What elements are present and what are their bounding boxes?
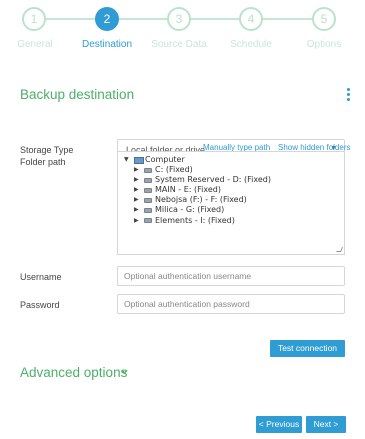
- chevron-down-icon[interactable]: [121, 368, 128, 375]
- test-connection-button[interactable]: Test connection: [270, 340, 345, 357]
- wizard-stepper: 1 2 3 4 5 General Destination Source Dat…: [0, 0, 365, 60]
- step-3-circle[interactable]: 3: [167, 7, 191, 31]
- drive-icon: [144, 167, 152, 173]
- caret-down-icon[interactable]: ▼: [124, 155, 132, 165]
- caret-right-icon[interactable]: ▶: [134, 216, 142, 226]
- tree-node-label: C: (Fixed): [155, 165, 193, 175]
- tree-root-computer[interactable]: ▼ Computer: [124, 155, 271, 165]
- folder-tree[interactable]: ▼ Computer ▶ C: (Fixed) ▶ System Reserve…: [117, 151, 345, 255]
- drive-icon: [144, 218, 152, 224]
- step-4-label[interactable]: Schedule: [211, 39, 291, 50]
- tree-node-label: Milica - G: (Fixed): [155, 205, 225, 215]
- computer-icon: [134, 156, 144, 164]
- drive-icon: [144, 177, 152, 183]
- caret-right-icon[interactable]: ▶: [134, 205, 142, 215]
- step-4-circle[interactable]: 4: [239, 7, 263, 31]
- caret-right-icon[interactable]: ▶: [134, 195, 142, 205]
- more-options-icon[interactable]: [345, 88, 351, 102]
- step-2-label[interactable]: Destination: [67, 39, 147, 50]
- password-label: Password: [20, 300, 60, 310]
- section-title-advanced-options[interactable]: Advanced options: [20, 365, 127, 380]
- folder-path-label: Folder path: [20, 157, 66, 167]
- tree-node-drive[interactable]: ▶ C: (Fixed): [124, 165, 271, 175]
- step-connector: [190, 18, 239, 20]
- step-1-label[interactable]: General: [0, 39, 75, 50]
- tree-node-drive[interactable]: ▶ MAIN - E: (Fixed): [124, 185, 271, 195]
- drive-icon: [144, 187, 152, 193]
- caret-right-icon[interactable]: ▶: [134, 165, 142, 175]
- tree-node-label: Computer: [145, 155, 185, 164]
- password-input[interactable]: [117, 294, 345, 314]
- folder-tree-list: ▼ Computer ▶ C: (Fixed) ▶ System Reserve…: [124, 155, 271, 226]
- tree-node-label: Nebojsa (F:) - F: (Fixed): [155, 195, 247, 205]
- next-button[interactable]: Next >: [306, 416, 346, 433]
- tree-node-drive[interactable]: ▶ Nebojsa (F:) - F: (Fixed): [124, 195, 271, 205]
- tree-node-label: System Reserved - D: (Fixed): [155, 175, 271, 185]
- storage-type-label: Storage Type: [20, 145, 74, 155]
- username-input[interactable]: [117, 266, 345, 286]
- tree-node-label: MAIN - E: (Fixed): [155, 185, 221, 195]
- step-connector: [118, 18, 167, 20]
- tree-node-label: Elements - I: (Fixed): [155, 215, 235, 225]
- step-connector: [262, 18, 312, 20]
- drive-icon: [144, 197, 152, 203]
- caret-right-icon[interactable]: ▶: [134, 185, 142, 195]
- tree-node-drive[interactable]: ▶ Elements - I: (Fixed): [124, 216, 271, 226]
- step-1-circle[interactable]: 1: [22, 7, 46, 31]
- tree-node-drive[interactable]: ▶ System Reserved - D: (Fixed): [124, 175, 271, 185]
- section-title-backup-destination: Backup destination: [20, 87, 135, 102]
- step-5-circle[interactable]: 5: [312, 7, 336, 31]
- step-2-circle[interactable]: 2: [95, 7, 119, 31]
- step-5-label[interactable]: Options: [284, 39, 364, 50]
- caret-right-icon[interactable]: ▶: [134, 175, 142, 185]
- step-3-label[interactable]: Source Data: [139, 39, 219, 50]
- username-label: Username: [20, 272, 62, 282]
- resize-handle-icon[interactable]: [336, 247, 343, 252]
- previous-button[interactable]: < Previous: [256, 416, 302, 433]
- drive-icon: [144, 208, 152, 214]
- tree-node-drive[interactable]: ▶ Milica - G: (Fixed): [124, 205, 271, 215]
